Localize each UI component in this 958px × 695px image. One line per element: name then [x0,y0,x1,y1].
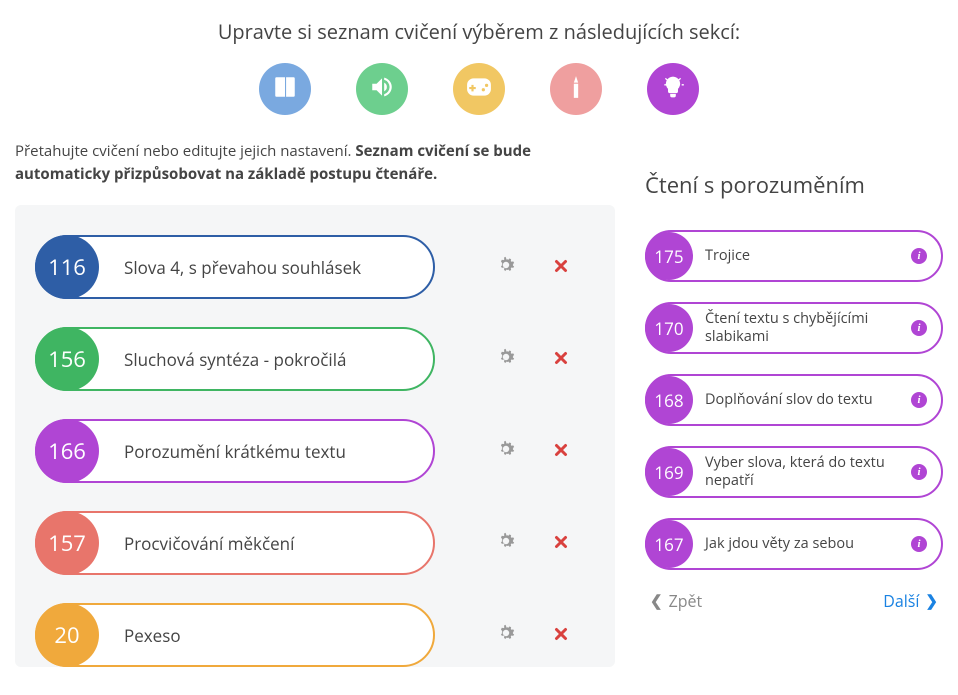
info-icon[interactable]: i [911,536,927,552]
available-exercise[interactable]: 175 Trojice i [645,230,943,282]
exercise-list: 116 Slova 4, s převahou souhlásek 156 Sl… [15,205,615,667]
back-button[interactable]: ❮ Zpět [650,590,702,612]
exercise-label: Vyber slova, která do textu nepatří [693,449,941,495]
chevron-right-icon: ❯ [925,591,938,611]
gear-icon[interactable] [495,622,517,649]
gear-icon[interactable] [495,438,517,465]
exercise-number: 157 [35,511,99,575]
remove-icon[interactable] [552,620,570,650]
exercise-number: 175 [645,232,693,280]
category-games-button[interactable] [453,63,505,115]
info-icon[interactable]: i [911,320,927,336]
gamepad-icon [466,74,492,105]
exercise-number: 170 [645,304,693,352]
available-exercise[interactable]: 170 Čtení textu s chybějícími slabikami … [645,302,943,354]
instructions-text: Přetahujte cvičení nebo editujte jejich … [15,140,615,185]
exercise-number: 166 [35,419,99,483]
pager: ❮ Zpět Další ❯ [645,590,943,612]
exercise-number: 156 [35,327,99,391]
remove-icon[interactable] [552,344,570,374]
exercise-label: Trojice [693,242,790,270]
remove-icon[interactable] [552,436,570,466]
next-button[interactable]: Další ❯ [883,590,938,612]
available-exercise[interactable]: 168 Doplňování slov do textu i [645,374,943,426]
exercise-number: 116 [35,235,99,299]
lightbulb-icon [660,74,686,105]
category-listening-button[interactable] [356,63,408,115]
exercise-row[interactable]: 20 Pexeso [35,603,595,667]
exercise-row[interactable]: 166 Porozumění krátkému textu [35,419,595,483]
gear-icon[interactable] [495,254,517,281]
chevron-left-icon: ❮ [650,591,663,611]
exercise-label: Procvičování měkčení [99,532,294,555]
exercise-row[interactable]: 157 Procvičování měkčení [35,511,595,575]
remove-icon[interactable] [552,252,570,282]
exercise-number: 20 [35,603,99,667]
category-icon-row [15,63,943,115]
available-exercise[interactable]: 169 Vyber slova, která do textu nepatří … [645,446,943,498]
right-panel-title: Čtení s porozuměním [645,170,943,200]
exercise-label: Porozumění krátkému textu [99,440,346,463]
book-icon [272,74,298,105]
info-icon[interactable]: i [911,392,927,408]
page-heading: Upravte si seznam cvičení výběrem z násl… [15,18,943,45]
exercise-label: Jak jdou věty za sebou [693,530,894,558]
remove-icon[interactable] [552,528,570,558]
exercise-label: Čtení textu s chybějícími slabikami [693,305,941,351]
exercise-number: 167 [645,520,693,568]
gear-icon[interactable] [495,530,517,557]
exercise-number: 169 [645,448,693,496]
gear-icon[interactable] [495,346,517,373]
exercise-number: 168 [645,376,693,424]
exercise-label: Slova 4, s převahou souhlásek [99,256,361,279]
pencil-icon [563,74,589,105]
exercise-row[interactable]: 116 Slova 4, s převahou souhlásek [35,235,595,299]
sound-icon [369,74,395,105]
exercise-row[interactable]: 156 Sluchová syntéza - pokročilá [35,327,595,391]
exercise-label: Pexeso [99,624,181,647]
category-writing-button[interactable] [550,63,602,115]
available-exercise[interactable]: 167 Jak jdou věty za sebou i [645,518,943,570]
exercise-label: Sluchová syntéza - pokročilá [99,348,346,371]
info-icon[interactable]: i [911,464,927,480]
category-comprehension-button[interactable] [647,63,699,115]
exercise-label: Doplňování slov do textu [693,386,913,414]
category-reading-button[interactable] [259,63,311,115]
info-icon[interactable]: i [911,248,927,264]
